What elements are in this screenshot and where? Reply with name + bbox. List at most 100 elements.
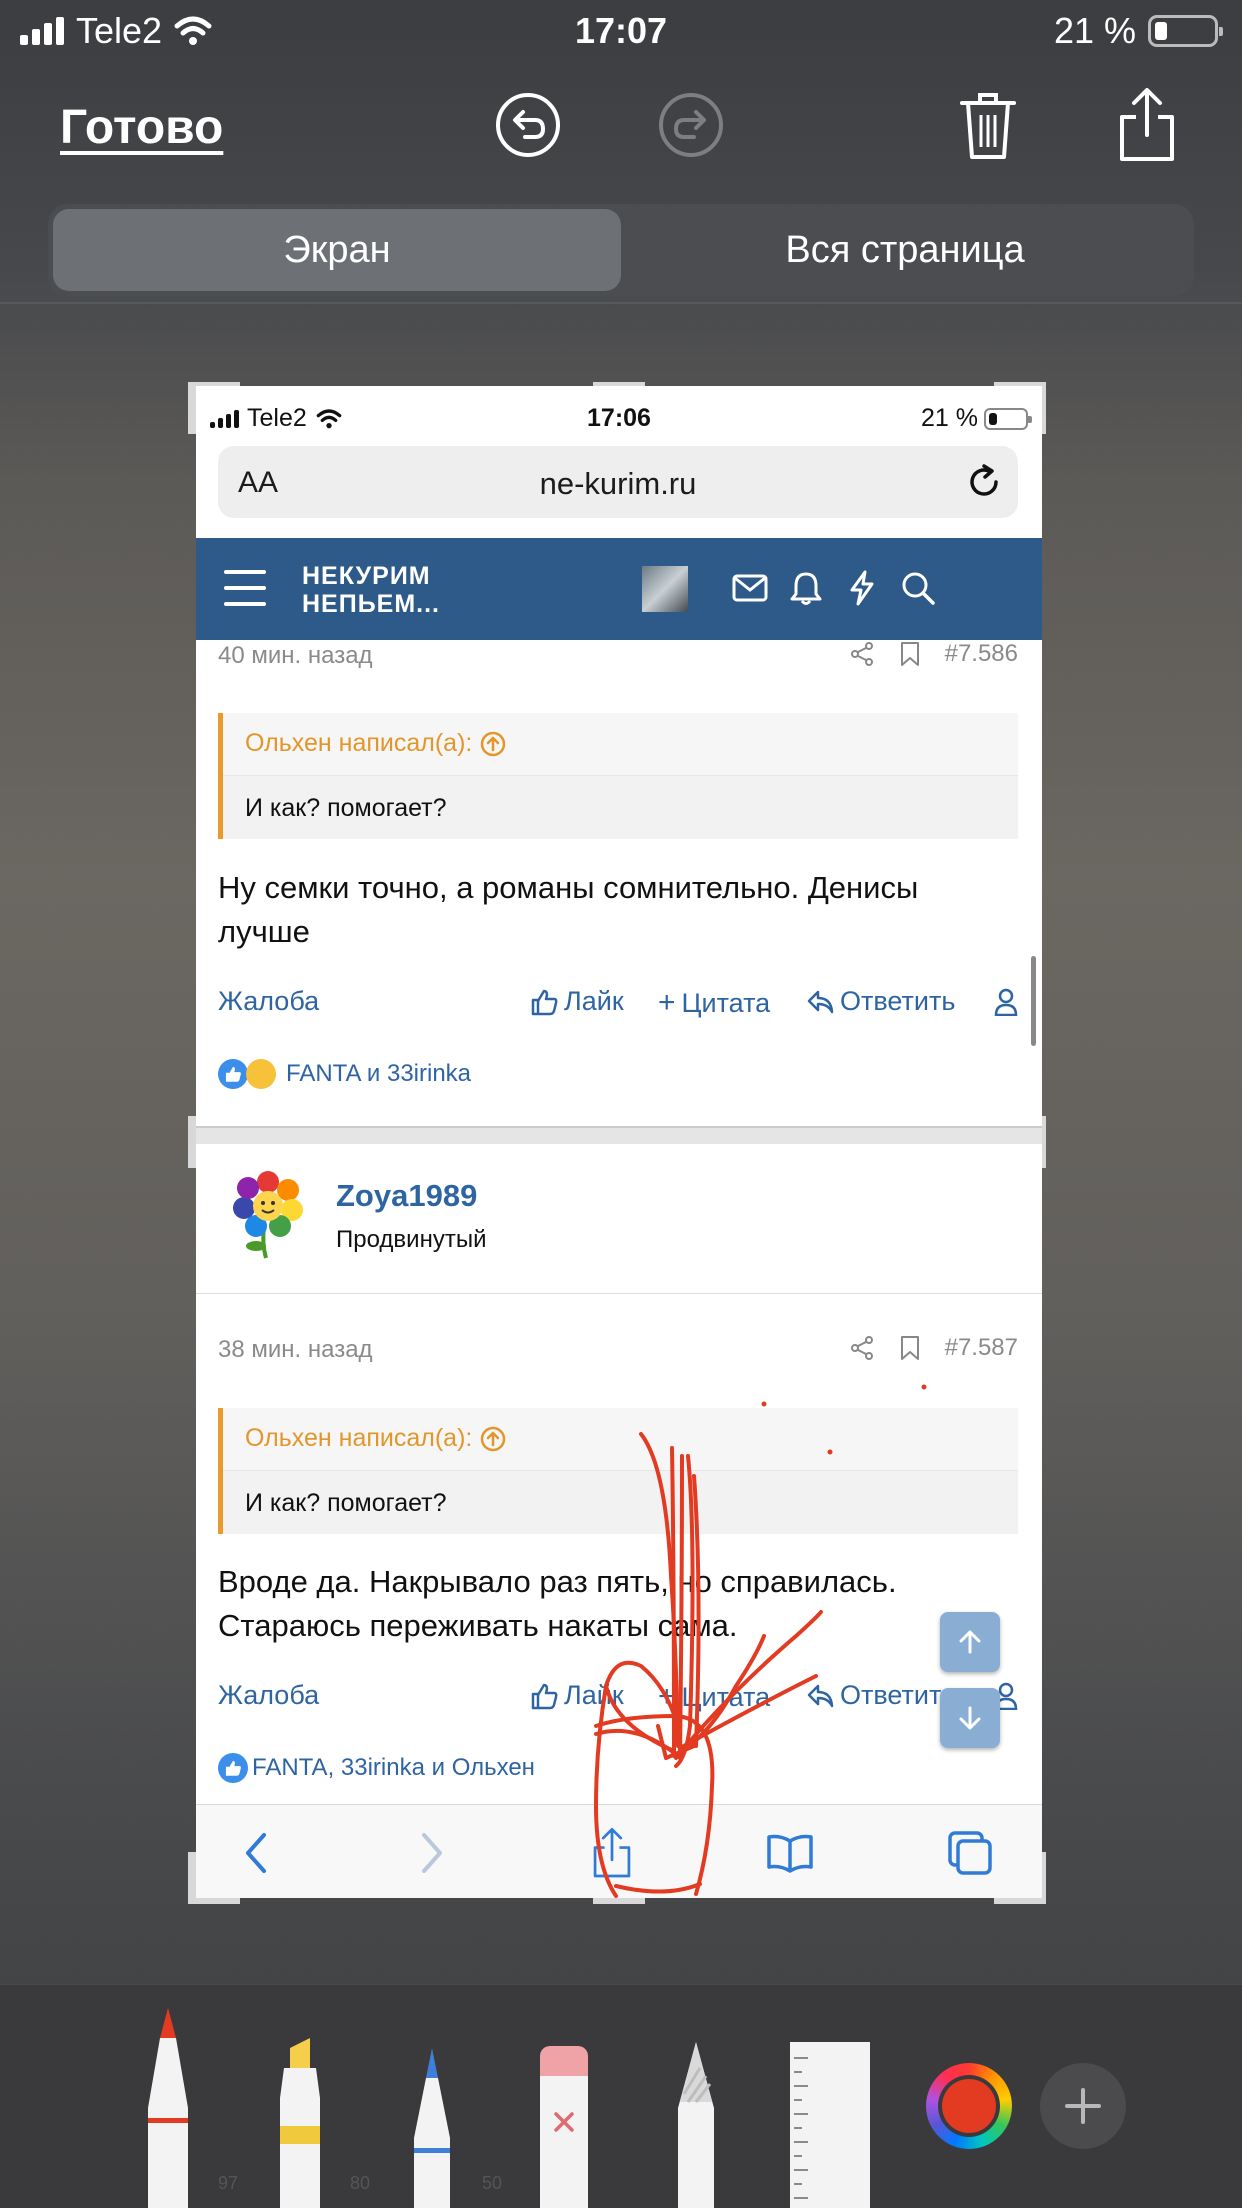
browser-toolbar	[196, 1804, 1042, 1898]
share-icon	[593, 1827, 631, 1878]
quote-label: Цитата	[681, 987, 771, 1018]
post1-number[interactable]: #7.586	[945, 640, 1018, 668]
inner-battery-percent: 21 %	[921, 404, 978, 432]
eraser-icon	[540, 2046, 588, 2208]
chevron-left-icon	[246, 1833, 266, 1873]
post2-quote-author: Ольхен написал(а):	[245, 1424, 473, 1452]
plus-icon: +	[658, 1680, 676, 1713]
like-button[interactable]: Лайк	[530, 1680, 624, 1711]
inner-battery-icon	[984, 407, 1032, 430]
scroll-bottom-button[interactable]	[940, 1688, 1000, 1748]
bookmark-icon[interactable]	[899, 641, 921, 667]
reply-label: Ответить	[840, 1680, 956, 1710]
marker-size-label: 80	[349, 2173, 371, 2193]
add-tool-button[interactable]	[1040, 2063, 1126, 2149]
lasso-icon	[678, 2042, 714, 2208]
flower-avatar[interactable]	[226, 1166, 310, 1266]
like-label: Лайк	[564, 1680, 624, 1710]
trash-icon	[960, 93, 1016, 159]
segment-full-page[interactable]: Вся страница	[621, 209, 1189, 291]
plus-icon	[1065, 2088, 1101, 2124]
marker-tool[interactable]: 80	[270, 1998, 370, 2208]
bell-icon[interactable]	[782, 564, 830, 612]
redo-button[interactable]	[656, 90, 726, 160]
search-icon[interactable]	[894, 564, 942, 612]
reply-label: Ответить	[840, 986, 956, 1016]
logo-line-2: НЕПЬЕМ...	[302, 590, 441, 618]
tabs-button[interactable]	[942, 1825, 998, 1881]
address-bar[interactable]: AA ne-kurim.ru	[218, 446, 1018, 518]
quote-button[interactable]: + Цитата	[658, 986, 770, 1020]
post2-number[interactable]: #7.587	[945, 1334, 1018, 1362]
pencil-tool[interactable]: 50	[402, 1998, 502, 2208]
menu-icon[interactable]	[224, 570, 266, 618]
scroll-indicator[interactable]	[1031, 956, 1036, 1046]
post1-time[interactable]: 40 мин. назад	[218, 642, 373, 670]
post2-meta-actions: #7.587	[849, 1334, 1018, 1362]
battery-percent: 21 %	[1053, 10, 1136, 51]
capture-mode-segmented: Экран Вся страница	[48, 204, 1194, 296]
post2-quote: Ольхен написал(а): И как? помогает?	[218, 1408, 1018, 1534]
segment-screen[interactable]: Экран	[53, 209, 621, 291]
scroll-top-button[interactable]	[940, 1612, 1000, 1672]
share-icon[interactable]	[849, 1335, 875, 1361]
post1-quote-header[interactable]: Ольхен написал(а):	[245, 729, 506, 758]
post2-quote-body: И как? помогает?	[223, 1470, 1018, 1534]
inner-battery: 21 %	[921, 404, 1032, 433]
bookmark-icon[interactable]	[899, 1335, 921, 1361]
post2-reactions-text: FANTA, 33irinka и Ольхен	[252, 1754, 535, 1781]
color-picker[interactable]	[926, 2063, 1012, 2149]
post2-author: Zoya1989 Продвинутый	[196, 1144, 1042, 1294]
arrow-up-circle-icon	[481, 1426, 506, 1451]
laugh-reaction-icon	[246, 1059, 276, 1089]
post1-actions: Жалоба Лайк + Цитата Ответить	[218, 982, 1038, 1022]
browser-share-button[interactable]	[584, 1825, 640, 1881]
post2-actions: Жалоба Лайк + Цитата Ответить	[218, 1676, 1038, 1716]
toolbar-divider	[0, 302, 1242, 304]
logo-line-1: НЕКУРИМ	[302, 562, 431, 590]
undo-icon	[496, 93, 560, 157]
post2-reactions[interactable]: FANTA, 33irinka и Ольхен	[218, 1750, 535, 1786]
bookmarks-button[interactable]	[762, 1825, 818, 1881]
url-text[interactable]: ne-kurim.ru	[218, 466, 1018, 502]
forward-button[interactable]	[404, 1825, 460, 1881]
user-avatar[interactable]	[642, 566, 688, 612]
inner-status-bar: Tele2 17:06 21 %	[196, 386, 1042, 442]
post1-reactions[interactable]: FANTA и 33irinka	[218, 1056, 471, 1092]
pen-tool[interactable]: 97	[138, 1998, 238, 2208]
post2-time[interactable]: 38 мин. назад	[218, 1336, 373, 1364]
ruler-tool[interactable]	[788, 1998, 872, 2208]
arrow-down-icon	[959, 1706, 981, 1730]
back-button[interactable]	[228, 1825, 284, 1881]
reply-icon	[807, 990, 834, 1013]
report-button[interactable]: Жалоба	[218, 1680, 319, 1711]
arrow-up-icon	[959, 1630, 981, 1654]
user-icon[interactable]	[994, 988, 1018, 1016]
marker-icon	[280, 2038, 320, 2208]
site-navbar: НЕКУРИМ НЕПЬЕМ...	[196, 538, 1042, 640]
reply-button[interactable]: Ответить	[806, 1680, 955, 1711]
post1-quote-body: И как? помогает?	[223, 775, 1018, 839]
share-button[interactable]	[1112, 88, 1182, 161]
reply-button[interactable]: Ответить	[806, 986, 955, 1017]
share-icon[interactable]	[849, 641, 875, 667]
inner-clock: 17:06	[587, 404, 651, 432]
post2-author-name[interactable]: Zoya1989	[336, 1178, 477, 1214]
lasso-tool[interactable]	[666, 1998, 726, 2208]
eraser-tool[interactable]	[534, 1998, 594, 2208]
post1-quote-author: Ольхен написал(а):	[245, 729, 473, 757]
report-button[interactable]: Жалоба	[218, 986, 319, 1017]
lightning-icon[interactable]	[838, 564, 886, 612]
done-button[interactable]: Готово	[60, 100, 223, 155]
post2-quote-header[interactable]: Ольхен написал(а):	[245, 1424, 506, 1453]
undo-button[interactable]	[493, 90, 563, 160]
delete-button[interactable]	[953, 90, 1023, 160]
reload-icon[interactable]	[964, 462, 1004, 507]
site-logo[interactable]: НЕКУРИМ НЕПЬЕМ...	[302, 562, 440, 618]
messages-icon[interactable]	[726, 564, 774, 612]
post2-quote-text: И как? помогает?	[245, 1489, 447, 1517]
like-button[interactable]: Лайк	[530, 986, 624, 1017]
selected-color-swatch	[942, 2079, 996, 2133]
book-icon	[767, 1834, 813, 1873]
quote-button[interactable]: + Цитата	[658, 1680, 770, 1714]
